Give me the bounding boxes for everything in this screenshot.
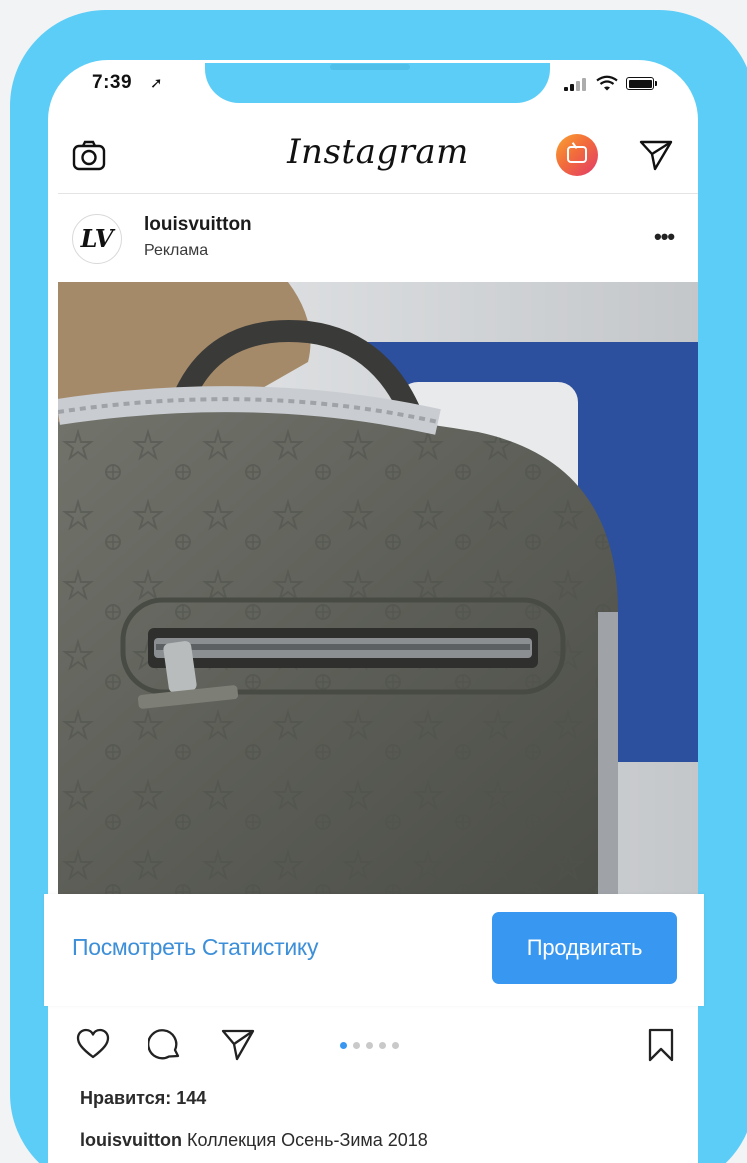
direct-message-icon[interactable]	[638, 138, 674, 172]
igtv-icon[interactable]	[556, 134, 598, 176]
caption-username[interactable]: louisvuitton	[80, 1130, 182, 1150]
wifi-icon	[596, 75, 618, 91]
post-username[interactable]: louisvuitton	[144, 214, 252, 236]
caption-text: Коллекция Осень-Зима 2018	[187, 1130, 428, 1150]
status-time: 7:39	[92, 72, 133, 93]
heart-icon[interactable]	[76, 1028, 110, 1060]
bookmark-icon[interactable]	[648, 1028, 674, 1062]
insights-bar: Посмотреть Статистику Продвигать	[44, 894, 704, 1006]
avatar[interactable]: LV	[72, 214, 122, 264]
promote-button[interactable]: Продвигать	[492, 912, 677, 984]
share-icon[interactable]	[220, 1028, 256, 1062]
carousel-indicator	[340, 1042, 420, 1050]
post-header: LV louisvuitton Реклама •••	[58, 196, 698, 282]
post-caption: louisvuitton Коллекция Осень-Зима 2018	[80, 1130, 428, 1151]
notch-speaker	[330, 64, 410, 70]
view-insights-link[interactable]: Посмотреть Статистику	[72, 934, 318, 961]
instagram-header: Instagram	[58, 118, 698, 194]
comment-icon[interactable]	[148, 1028, 182, 1062]
battery-icon	[626, 77, 657, 90]
post-actions	[58, 1010, 698, 1080]
location-arrow-icon: ➚	[150, 75, 163, 92]
more-options-icon[interactable]: •••	[654, 224, 675, 250]
instagram-logo[interactable]: Instagram	[58, 132, 698, 172]
post-image[interactable]	[58, 282, 698, 902]
cellular-signal-icon	[564, 77, 586, 91]
sponsored-label: Реклама	[144, 242, 209, 259]
likes-count[interactable]: Нравится: 144	[80, 1088, 206, 1109]
